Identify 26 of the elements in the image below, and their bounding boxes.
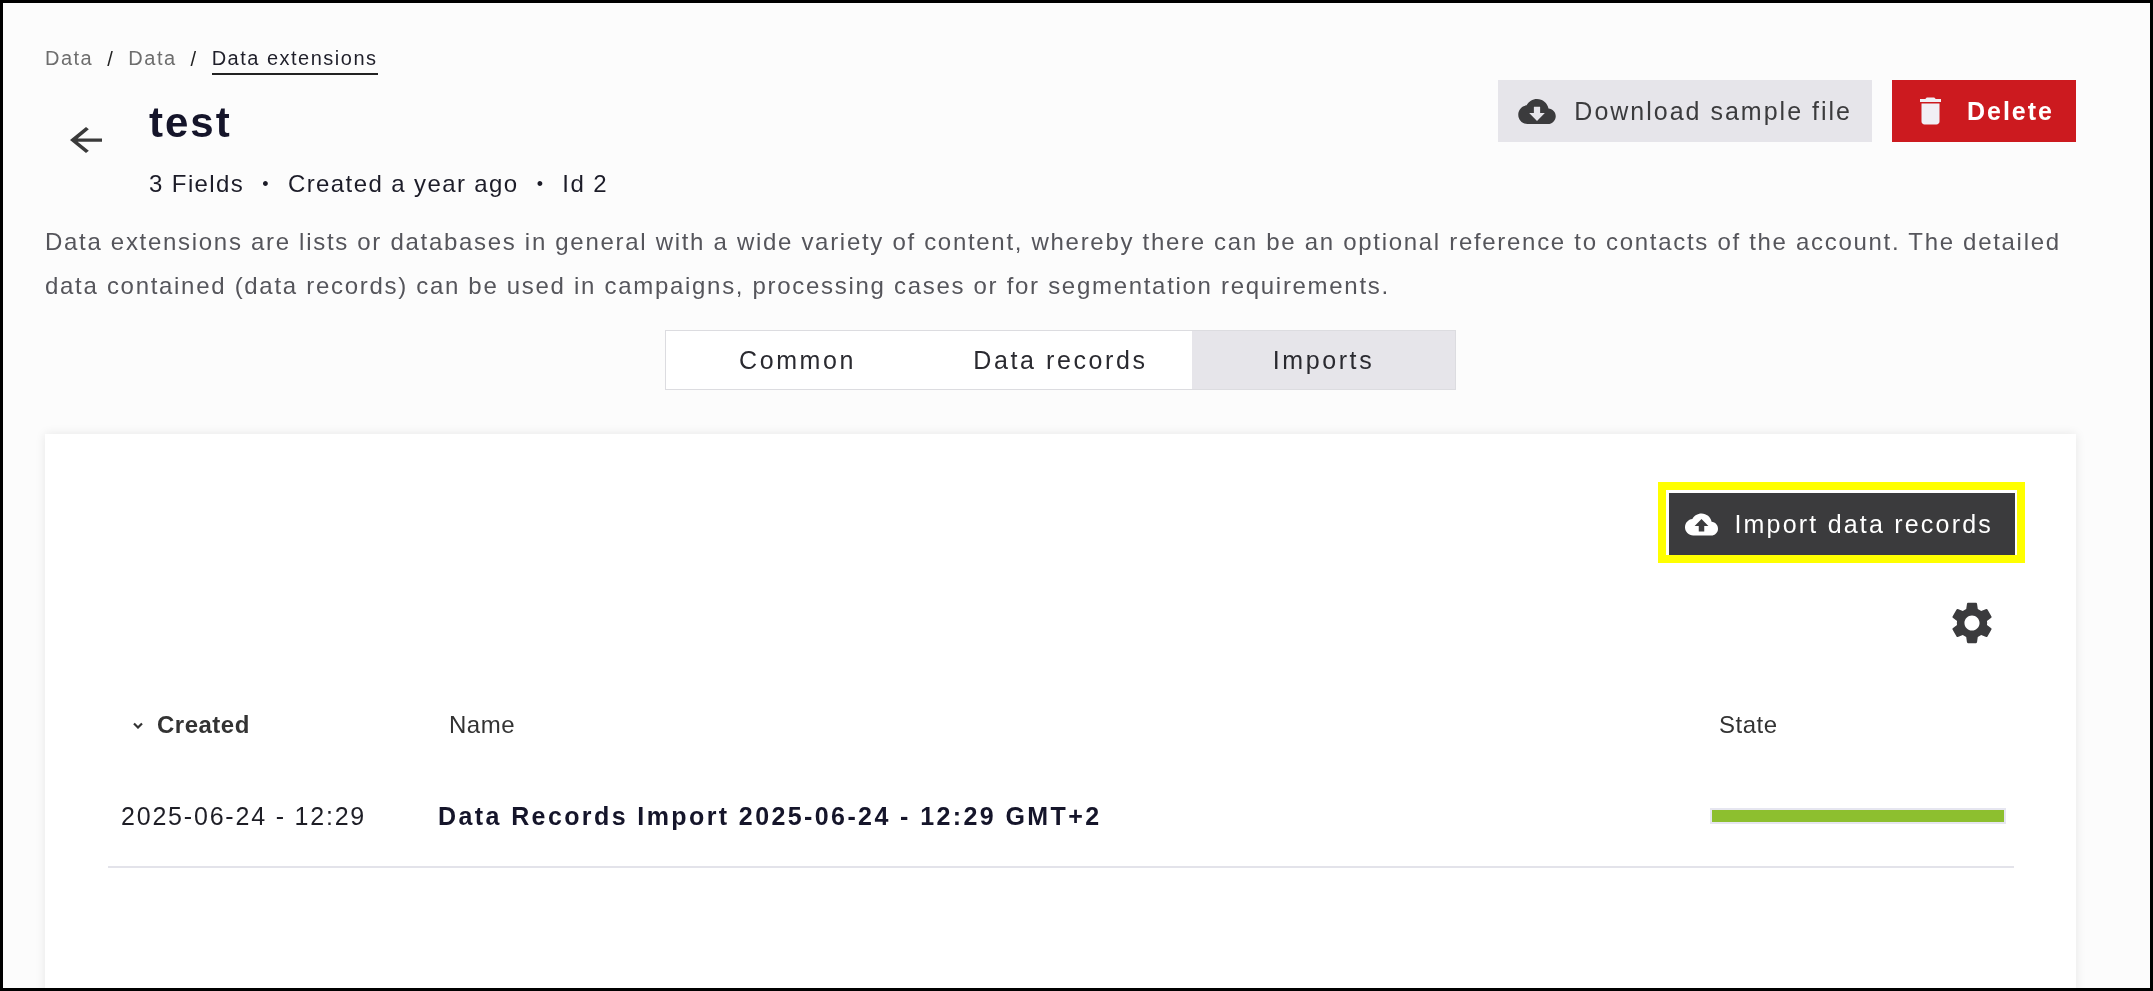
delete-button[interactable]: Delete bbox=[1891, 80, 2076, 142]
page-title: test bbox=[149, 98, 233, 148]
cloud-upload-icon bbox=[1685, 512, 1719, 536]
meta-text: Id 2 bbox=[562, 169, 608, 199]
download-sample-button[interactable]: Download sample file bbox=[1498, 80, 1872, 142]
back-arrow-icon[interactable] bbox=[70, 126, 102, 153]
import-data-records-button[interactable]: Import data records bbox=[1669, 493, 2015, 555]
meta-text: Created a year ago bbox=[287, 169, 519, 199]
cloud-download-icon bbox=[1518, 98, 1557, 124]
column-header[interactable]: Created bbox=[157, 711, 250, 739]
table-cell: Data Records Import 2025-06-24 - 12:29 GMT+2 bbox=[438, 802, 1102, 830]
trash-icon bbox=[1919, 97, 1941, 125]
tab[interactable]: Imports bbox=[1192, 331, 1455, 389]
meta-separator: • bbox=[262, 173, 270, 196]
meta-text: 3 Fields bbox=[149, 169, 245, 199]
description-text: Data extensions are lists or databases in general with a wide variety of content, whereby there can be an optional reference to contacts of the account. The detailed data contained (data records) can be used in campaigns, processing cases or for segmentation requirements. bbox=[45, 227, 2062, 301]
breadcrumb-link[interactable]: Data bbox=[128, 43, 177, 75]
breadcrumb-separator: / bbox=[107, 47, 115, 71]
breadcrumb-link[interactable]: Data extensions bbox=[211, 43, 378, 75]
settings-icon[interactable] bbox=[1952, 602, 1992, 644]
column-header[interactable]: Name bbox=[449, 711, 516, 739]
column-header[interactable]: State bbox=[1719, 711, 1778, 739]
breadcrumb-separator: / bbox=[190, 47, 198, 71]
breadcrumb-link[interactable]: Data bbox=[45, 43, 94, 75]
meta-separator: • bbox=[536, 173, 545, 196]
table-cell: 2025-06-24 - 12:29 bbox=[121, 802, 367, 830]
